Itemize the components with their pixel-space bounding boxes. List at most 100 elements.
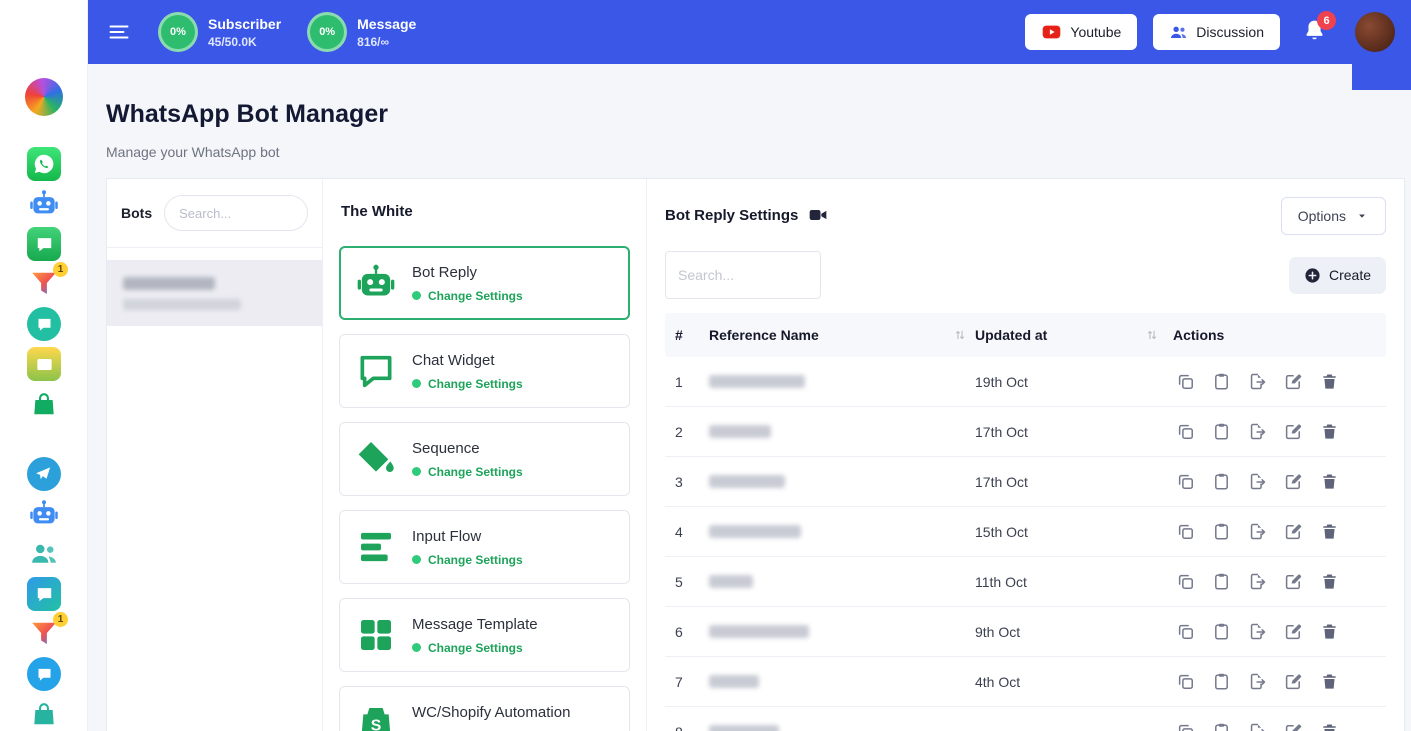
redacted-text — [709, 675, 759, 688]
edit-button[interactable] — [1281, 619, 1305, 645]
setting-card-bot-reply[interactable]: Bot Reply Change Settings — [339, 246, 630, 320]
change-settings-link[interactable]: Change Settings — [412, 465, 523, 479]
change-settings-link[interactable]: Change Settings — [412, 289, 523, 303]
clone-icon — [1176, 372, 1195, 391]
clone-button[interactable] — [1173, 519, 1197, 545]
delete-button[interactable] — [1317, 369, 1341, 395]
video-tutorial-icon[interactable] — [808, 205, 828, 225]
clone-button[interactable] — [1173, 669, 1197, 695]
discussion-button[interactable]: Discussion — [1153, 14, 1280, 50]
clone-button[interactable] — [1173, 469, 1197, 495]
setting-card-input-flow[interactable]: Input Flow Change Settings — [339, 510, 630, 584]
delete-button[interactable] — [1317, 669, 1341, 695]
sidebar-chat-teal-icon[interactable] — [27, 307, 61, 341]
export-button[interactable] — [1245, 519, 1269, 545]
trash-icon — [1320, 472, 1339, 491]
sidebar-whatsapp-broadcast-icon[interactable] — [27, 227, 61, 261]
clone-button[interactable] — [1173, 719, 1197, 731]
sidebar-contacts-icon[interactable] — [27, 537, 61, 571]
setting-card-wc-shopify[interactable]: WC/Shopify Automation Change Settings — [339, 686, 630, 731]
delete-button[interactable] — [1317, 569, 1341, 595]
export-button[interactable] — [1245, 369, 1269, 395]
youtube-button[interactable]: Youtube — [1025, 14, 1137, 50]
export-button[interactable] — [1245, 669, 1269, 695]
bots-search-input[interactable] — [164, 195, 308, 231]
sort-icon[interactable] — [1145, 328, 1159, 342]
copy-button[interactable] — [1209, 469, 1233, 495]
reply-search-input[interactable] — [665, 251, 821, 299]
content-card: Bots The White Bot Reply Change Settings — [106, 178, 1405, 731]
row-number: 2 — [665, 424, 709, 440]
delete-button[interactable] — [1317, 619, 1341, 645]
trash-icon — [1320, 522, 1339, 541]
sidebar-funnel-icon-2[interactable]: 1 — [27, 617, 61, 651]
change-settings-link[interactable]: Change Settings — [412, 553, 523, 567]
copy-button[interactable] — [1209, 719, 1233, 731]
edit-button[interactable] — [1281, 669, 1305, 695]
copy-button[interactable] — [1209, 669, 1233, 695]
sidebar-chat-sync-icon[interactable] — [27, 577, 61, 611]
menu-toggle-button[interactable] — [106, 19, 132, 45]
copy-button[interactable] — [1209, 419, 1233, 445]
clone-icon — [1176, 522, 1195, 541]
sidebar-whatsapp-icon[interactable] — [27, 147, 61, 181]
export-button[interactable] — [1245, 719, 1269, 731]
setting-label: Message Template — [412, 616, 538, 633]
clone-button[interactable] — [1173, 619, 1197, 645]
edit-button[interactable] — [1281, 719, 1305, 731]
redacted-bot-phone — [123, 299, 241, 310]
export-button[interactable] — [1245, 469, 1269, 495]
change-settings-link[interactable]: Change Settings — [412, 641, 538, 655]
change-settings-link[interactable]: Change Settings — [412, 377, 523, 391]
clipboard-icon — [1212, 622, 1231, 641]
sidebar-chat-blue-icon[interactable] — [27, 657, 61, 691]
clone-button[interactable] — [1173, 369, 1197, 395]
sidebar-shop-green-icon[interactable] — [27, 387, 61, 421]
export-button[interactable] — [1245, 419, 1269, 445]
clipboard-icon — [1212, 422, 1231, 441]
sidebar-telegram-bot-icon[interactable] — [27, 497, 61, 531]
edit-button[interactable] — [1281, 369, 1305, 395]
edit-button[interactable] — [1281, 569, 1305, 595]
notifications-button[interactable]: 6 — [1302, 18, 1327, 46]
status-dot — [412, 643, 421, 652]
copy-button[interactable] — [1209, 619, 1233, 645]
clone-icon — [1176, 622, 1195, 641]
options-button[interactable]: Options — [1281, 197, 1386, 235]
sidebar-telegram-icon[interactable] — [27, 457, 61, 491]
sidebar-shop-teal-icon[interactable] — [27, 697, 61, 731]
export-button[interactable] — [1245, 619, 1269, 645]
delete-button[interactable] — [1317, 719, 1341, 731]
setting-card-sequence[interactable]: Sequence Change Settings — [339, 422, 630, 496]
edit-button[interactable] — [1281, 419, 1305, 445]
column-header-updated-at[interactable]: Updated at — [975, 327, 1169, 343]
export-button[interactable] — [1245, 569, 1269, 595]
setting-card-message-template[interactable]: Message Template Change Settings — [339, 598, 630, 672]
sidebar-funnel-icon[interactable]: 1 — [27, 267, 61, 301]
sidebar-messenger-bot-icon[interactable] — [27, 187, 61, 221]
clone-button[interactable] — [1173, 419, 1197, 445]
user-menu-highlight — [1352, 64, 1411, 90]
delete-button[interactable] — [1317, 519, 1341, 545]
create-button[interactable]: Create — [1289, 257, 1386, 294]
edit-button[interactable] — [1281, 519, 1305, 545]
row-reference-name — [709, 475, 975, 488]
setting-card-chat-widget[interactable]: Chat Widget Change Settings — [339, 334, 630, 408]
input-flow-icon — [354, 525, 398, 569]
bot-list-item-selected[interactable] — [107, 260, 322, 326]
sort-icon[interactable] — [953, 328, 967, 342]
user-avatar[interactable] — [1355, 12, 1395, 52]
copy-button[interactable] — [1209, 569, 1233, 595]
delete-button[interactable] — [1317, 419, 1341, 445]
export-icon — [1248, 572, 1267, 591]
delete-button[interactable] — [1317, 469, 1341, 495]
redacted-text — [709, 475, 785, 488]
app-logo[interactable] — [25, 78, 63, 116]
copy-button[interactable] — [1209, 369, 1233, 395]
clone-button[interactable] — [1173, 569, 1197, 595]
row-updated-at: 19th Oct — [975, 374, 1169, 390]
copy-button[interactable] — [1209, 519, 1233, 545]
sidebar-mail-icon[interactable] — [27, 347, 61, 381]
edit-button[interactable] — [1281, 469, 1305, 495]
column-header-reference-name[interactable]: Reference Name — [709, 327, 975, 343]
